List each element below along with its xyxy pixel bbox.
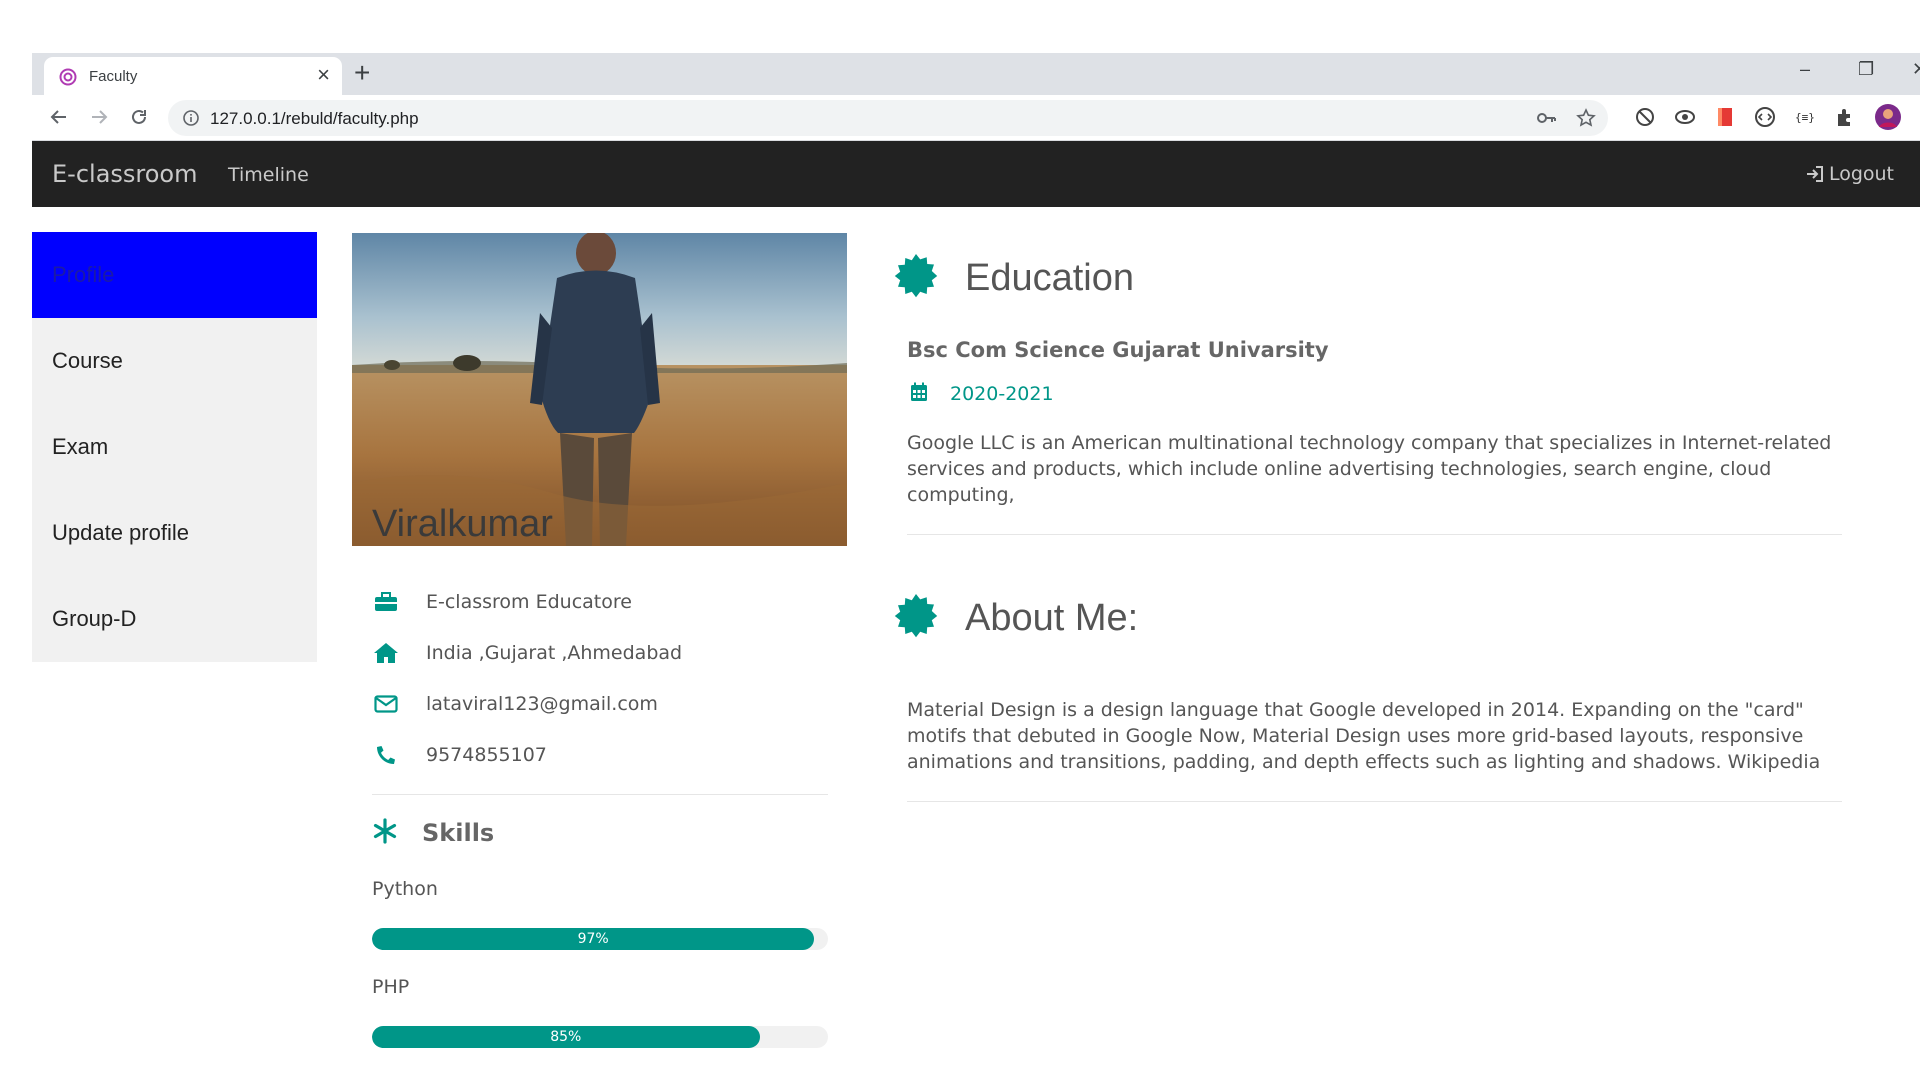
info-row-phone: 9574855107 <box>372 743 547 767</box>
new-tab-button[interactable]: + <box>354 58 370 88</box>
sidebar-item-profile[interactable]: Profile <box>32 232 317 318</box>
profile-divider <box>372 794 828 795</box>
skills-heading: Skills <box>372 818 494 848</box>
bookmark-star-icon[interactable] <box>1576 108 1596 132</box>
info-row-job: E-classrom Educatore <box>372 590 632 614</box>
skill-bar-php: 85% <box>372 1026 828 1048</box>
skill-bar-fill-php: 85% <box>372 1026 760 1048</box>
info-row-location: India ,Gujarat ,Ahmedabad <box>372 641 682 665</box>
nav-link-timeline[interactable]: Timeline <box>228 164 309 186</box>
forward-arrow-icon <box>92 110 108 124</box>
education-degree: Bsc Com Science Gujarat Univarsity <box>907 338 1329 362</box>
education-divider <box>907 534 1842 535</box>
json-extension-icon[interactable]: {≡} <box>1794 106 1816 128</box>
profile-photo: Viralkumar <box>352 233 847 546</box>
envelope-icon <box>372 692 400 716</box>
skills-title: Skills <box>422 819 495 847</box>
back-button[interactable] <box>46 104 72 130</box>
education-year-row: 2020-2021 <box>910 382 1054 406</box>
skill-bar-fill-python: 97% <box>372 928 815 950</box>
tab-title: Faculty <box>89 68 138 85</box>
sign-in-icon <box>1806 166 1823 182</box>
logout-link[interactable]: Logout <box>1805 163 1894 185</box>
site-favicon-icon <box>59 68 77 86</box>
home-icon <box>372 641 400 665</box>
block-extension-icon[interactable] <box>1634 106 1656 128</box>
back-arrow-icon <box>50 110 66 124</box>
info-location-text: India ,Gujarat ,Ahmedabad <box>426 642 683 664</box>
education-description: Google LLC is an American multinational … <box>907 432 1832 506</box>
about-heading: About Me: <box>893 593 1138 643</box>
certificate-icon <box>893 253 939 303</box>
info-job-text: E-classrom Educatore <box>426 591 632 613</box>
about-title: About Me: <box>965 596 1139 639</box>
forward-button[interactable] <box>86 104 112 130</box>
calendar-icon <box>910 382 928 406</box>
reload-icon <box>132 109 146 124</box>
site-info-icon[interactable] <box>182 109 200 131</box>
code-extension-icon[interactable] <box>1754 106 1776 128</box>
sidebar: Profile Course Exam Update profile Group… <box>32 232 317 662</box>
sidebar-item-group-d[interactable]: Group-D <box>32 576 317 662</box>
svg-text:{≡}: {≡} <box>1795 111 1815 124</box>
app-navbar: E-classroom Timeline Logout <box>32 141 1920 207</box>
tab-close-icon[interactable]: × <box>317 63 330 87</box>
skill-name-php: PHP <box>372 976 410 998</box>
bookmark-extension-icon[interactable] <box>1714 106 1736 128</box>
profile-avatar-icon[interactable] <box>1874 103 1902 131</box>
skill-name-python: Python <box>372 878 438 900</box>
extensions-puzzle-icon[interactable] <box>1834 106 1856 128</box>
education-heading: Education <box>893 253 1134 303</box>
eye-extension-icon[interactable] <box>1674 106 1696 128</box>
education-years: 2020-2021 <box>950 383 1054 405</box>
sidebar-item-update-profile[interactable]: Update profile <box>32 490 317 576</box>
about-description: Material Design is a design language tha… <box>907 699 1821 773</box>
info-email-text: lataviral123@gmail.com <box>426 693 658 715</box>
info-row-email: lataviral123@gmail.com <box>372 692 658 716</box>
logout-label: Logout <box>1828 163 1894 185</box>
password-key-icon[interactable] <box>1536 109 1556 131</box>
info-phone-text: 9574855107 <box>426 744 547 766</box>
address-bar[interactable]: 127.0.0.1/rebuld/faculty.php <box>168 100 1608 136</box>
sidebar-item-exam[interactable]: Exam <box>32 404 317 490</box>
url-text[interactable]: 127.0.0.1/rebuld/faculty.php <box>210 109 419 129</box>
close-window-button[interactable]: ✕ <box>1912 59 1920 80</box>
restore-button[interactable]: ❐ <box>1858 59 1874 80</box>
sidebar-item-course[interactable]: Course <box>32 318 317 404</box>
education-title: Education <box>965 256 1135 299</box>
asterisk-icon <box>372 818 398 848</box>
profile-name: Viralkumar <box>372 503 553 545</box>
certificate-icon <box>893 593 939 643</box>
browser-toolbar: 127.0.0.1/rebuld/faculty.php {≡} <box>32 95 1920 141</box>
briefcase-icon <box>372 590 400 614</box>
reload-button[interactable] <box>126 104 152 130</box>
brand-link[interactable]: E-classroom <box>52 160 198 188</box>
landscape-person-photo <box>352 233 847 546</box>
minimize-button[interactable]: – <box>1800 59 1810 80</box>
about-divider <box>907 801 1842 802</box>
browser-tab[interactable]: Faculty × <box>44 57 342 95</box>
skill-bar-python: 97% <box>372 928 828 950</box>
phone-icon <box>372 743 400 767</box>
browser-tab-strip: Faculty × + – ❐ ✕ <box>32 53 1920 95</box>
